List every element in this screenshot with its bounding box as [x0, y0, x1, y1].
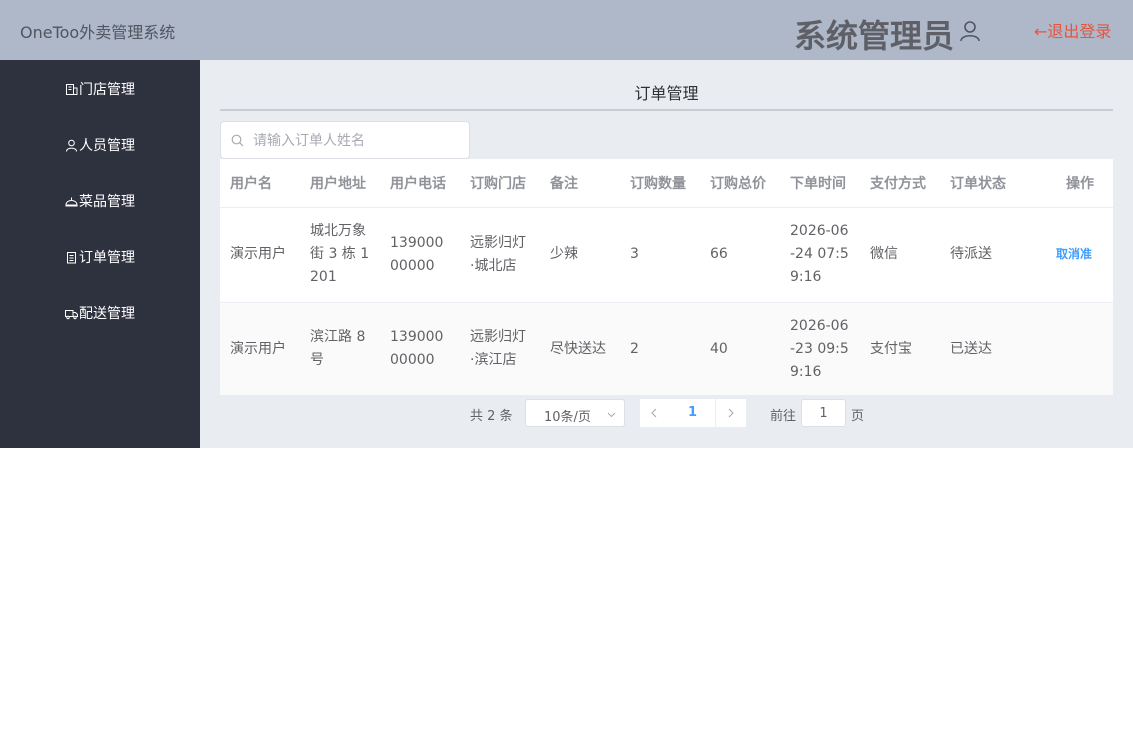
column-header: 用户地址 [300, 159, 380, 208]
table-header-row: 用户名 用户地址 用户电话 订购门店 备注 订购数量 订购总价 下单时间 支付方… [220, 159, 1113, 208]
sidebar-item-label: 订单管理 [79, 250, 135, 266]
sidebar-item-label: 配送管理 [79, 306, 135, 322]
table-row: 演示用户 城北万象街 3 栋 1201 13900000000 远影归灯·城北店… [220, 207, 1113, 303]
main-content: 订单管理 用户名 用户地址 用户电话 订购门店 备注 订购数量 订购总价 [200, 60, 1133, 448]
chevron-right-icon [728, 408, 734, 418]
cell-store: 远影归灯·城北店 [460, 207, 540, 303]
page-title: 订单管理 [634, 84, 699, 103]
cell-action [1020, 302, 1113, 395]
dish-icon [65, 197, 78, 206]
next-page-button[interactable] [716, 399, 746, 427]
column-header: 备注 [540, 159, 620, 208]
user-icon [66, 139, 77, 152]
page-size-select[interactable]: 10条/页 [525, 399, 625, 427]
pagination: 共 2 条 10条/页 1 前往 页 [200, 397, 1133, 429]
store-icon [66, 83, 78, 95]
page-number[interactable]: 1 [670, 399, 715, 427]
sidebar-item-stores[interactable]: 门店管理 [0, 61, 200, 117]
search-input[interactable] [251, 130, 465, 152]
column-header: 下单时间 [780, 159, 860, 208]
cell-qty: 3 [620, 207, 700, 303]
cell-total: 40 [700, 302, 780, 395]
column-header: 操作 [1020, 159, 1113, 208]
cell-action: 取消准 [1020, 207, 1113, 303]
cell-user: 演示用户 [220, 207, 300, 303]
column-header: 支付方式 [860, 159, 940, 208]
cell-note: 少辣 [540, 207, 620, 303]
user-icon[interactable] [959, 20, 981, 42]
cancel-order-link[interactable]: 取消准 [1056, 247, 1092, 261]
sidebar-item-label: 人员管理 [79, 138, 135, 154]
title-divider [220, 109, 1113, 111]
chevron-left-icon [651, 408, 657, 418]
sidebar: 门店管理 人员管理 菜品管理 订单管理 配送管理 [0, 60, 200, 448]
sidebar-item-dishes[interactable]: 菜品管理 [0, 173, 200, 229]
logout-link[interactable]: ←退出登录 [1034, 18, 1111, 42]
chevron-down-icon [607, 412, 616, 418]
cell-store: 远影归灯·滨江店 [460, 302, 540, 395]
cell-pay: 支付宝 [860, 302, 940, 395]
column-header: 订购门店 [460, 159, 540, 208]
table-row: 演示用户 滨江路 8 号 13900000000 远影归灯·滨江店 尽快送达 2… [220, 302, 1113, 395]
total-count: 共 2 条 [470, 409, 513, 424]
sidebar-item-label: 菜品管理 [79, 194, 135, 210]
column-header: 订购总价 [700, 159, 780, 208]
sidebar-item-label: 门店管理 [79, 82, 135, 98]
top-header: OneToo外卖管理系统 系统管理员 ←退出登录 [0, 0, 1133, 60]
orders-table: 用户名 用户地址 用户电话 订购门店 备注 订购数量 订购总价 下单时间 支付方… [220, 159, 1113, 395]
cell-address: 滨江路 8 号 [300, 302, 380, 395]
cell-user: 演示用户 [220, 302, 300, 395]
goto-page-input[interactable] [801, 399, 846, 427]
admin-name: 系统管理员 [794, 17, 955, 55]
page-size-value: 10条/页 [544, 410, 591, 425]
cell-status: 已送达 [940, 302, 1020, 395]
sidebar-item-staff[interactable]: 人员管理 [0, 117, 200, 173]
cell-time: 2026-06-24 07:59:16 [780, 207, 860, 303]
sidebar-item-delivery[interactable]: 配送管理 [0, 285, 200, 341]
cell-address: 城北万象街 3 栋 1201 [300, 207, 380, 303]
cell-phone: 13900000000 [380, 302, 460, 395]
prev-page-button[interactable] [640, 399, 670, 427]
column-header: 用户名 [220, 159, 300, 208]
cell-time: 2026-06-23 09:59:16 [780, 302, 860, 395]
column-header: 订单状态 [940, 159, 1020, 208]
column-header: 订购数量 [620, 159, 700, 208]
app-title: OneToo外卖管理系统 [20, 23, 176, 42]
cell-pay: 微信 [860, 207, 940, 303]
cell-note: 尽快送达 [540, 302, 620, 395]
sidebar-item-orders[interactable]: 订单管理 [0, 229, 200, 285]
cell-phone: 13900000000 [380, 207, 460, 303]
cell-status: 待派送 [940, 207, 1020, 303]
column-header: 用户电话 [380, 159, 460, 208]
truck-icon [65, 309, 78, 319]
goto-suffix: 页 [851, 409, 865, 424]
search-icon [231, 134, 244, 147]
goto-label: 前往 [770, 409, 797, 424]
cell-qty: 2 [620, 302, 700, 395]
search-box[interactable] [220, 121, 470, 159]
cell-total: 66 [700, 207, 780, 303]
order-icon [67, 251, 76, 263]
